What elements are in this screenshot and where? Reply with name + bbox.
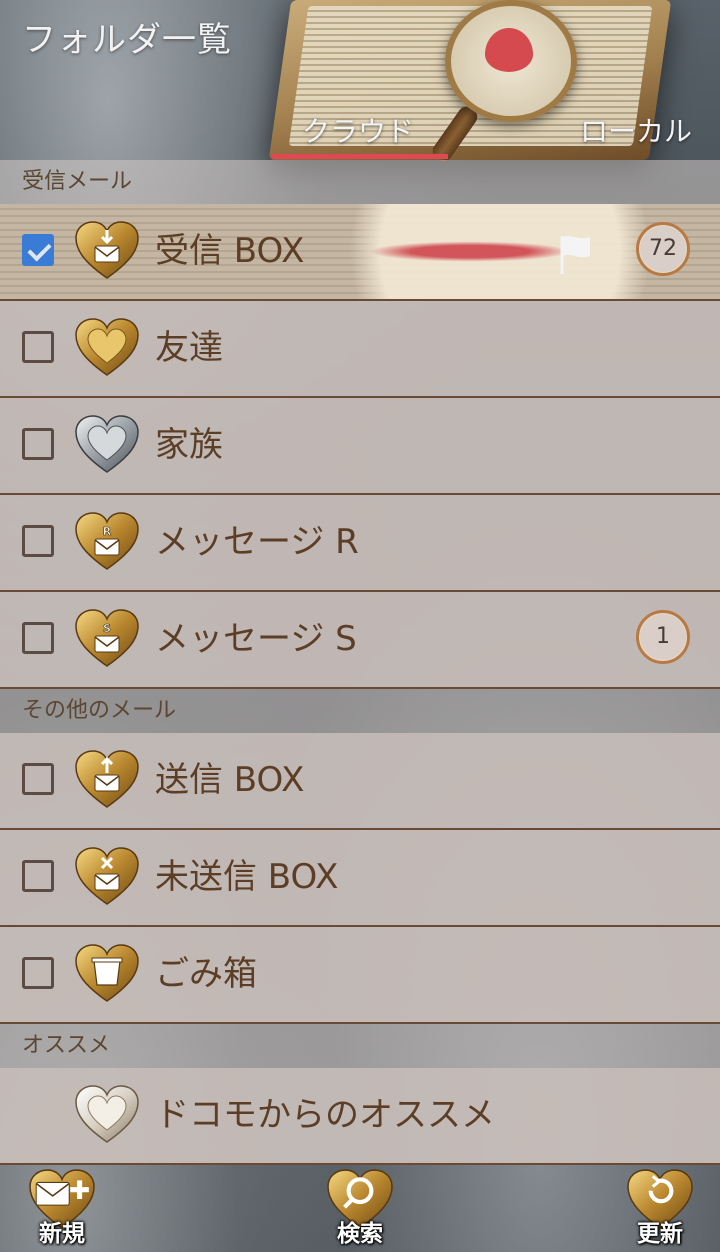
folder-checkbox[interactable] [22,234,54,266]
folder-checkbox[interactable] [22,525,54,557]
folder-checkbox[interactable] [22,331,54,363]
folder-row-message-r[interactable]: R メッセージ R [0,495,720,592]
folder-row-outbox[interactable]: 送信 BOX [0,733,720,830]
update-label: 更新 [637,1221,683,1247]
folder-row-friends[interactable]: 友達 [0,301,720,398]
search-button[interactable]: 検索 [320,1162,400,1247]
tab-cloud[interactable]: クラウド [302,110,414,150]
heart-outbox-icon [75,750,139,808]
search-label: 検索 [337,1221,383,1247]
heart-message-s-icon: S [75,609,139,667]
svg-text:R: R [103,525,112,538]
folder-label: 友達 [155,328,223,368]
heart-gold-icon [75,318,139,376]
new-mail-button[interactable]: 新規 [22,1162,102,1247]
folder-row-inbox[interactable]: 受信 BOX 72 [0,204,720,301]
heart-inbox-icon [75,221,139,279]
folder-checkbox[interactable] [22,957,54,989]
new-mail-label: 新規 [39,1221,85,1247]
folder-label: ドコモからのオススメ [155,1095,495,1135]
tab-local[interactable]: ローカル [580,110,692,150]
active-tab-indicator [272,154,448,159]
folder-checkbox[interactable] [22,763,54,795]
folder-checkbox[interactable] [22,428,54,460]
folder-label: 家族 [155,425,223,465]
folder-row-trash[interactable]: ごみ箱 [0,927,720,1024]
heart-silver-icon [75,415,139,473]
heart-unsent-icon [75,847,139,905]
folder-label: メッセージ R [155,522,359,562]
unread-count-badge: 72 [636,222,690,276]
folder-list: 受信メール 受信 BOX 72 友達 家族 R メッセージ R S メッセージ … [0,160,720,1165]
folder-row-family[interactable]: 家族 [0,398,720,495]
folder-row-docomo-recommend[interactable]: ドコモからのオススメ [0,1068,720,1165]
magnifier-heart-image [445,0,577,122]
svg-text:S: S [103,622,111,635]
heart-trash-icon [75,944,139,1002]
folder-label: 送信 BOX [155,760,305,800]
folder-checkbox[interactable] [22,622,54,654]
folder-label: 受信 BOX [155,231,305,271]
update-button[interactable]: 更新 [620,1162,700,1247]
page-title: フォルダ一覧 [22,20,232,60]
folder-label: 未送信 BOX [155,857,339,897]
folder-label: ごみ箱 [155,954,257,994]
section-header-inbox: 受信メール [0,160,720,204]
section-header-recommend: オススメ [0,1024,720,1068]
folder-checkbox[interactable] [22,860,54,892]
section-header-other: その他のメール [0,689,720,733]
bottom-toolbar: 新規 検索 更新 [0,1156,720,1252]
folder-row-unsent[interactable]: 未送信 BOX [0,830,720,927]
folder-row-message-s[interactable]: S メッセージ S 1 [0,592,720,689]
unread-count-badge: 1 [636,610,690,664]
heart-message-r-icon: R [75,512,139,570]
folder-label: メッセージ S [155,619,357,659]
flag-icon[interactable] [556,232,596,276]
heart-white-icon [75,1085,139,1143]
